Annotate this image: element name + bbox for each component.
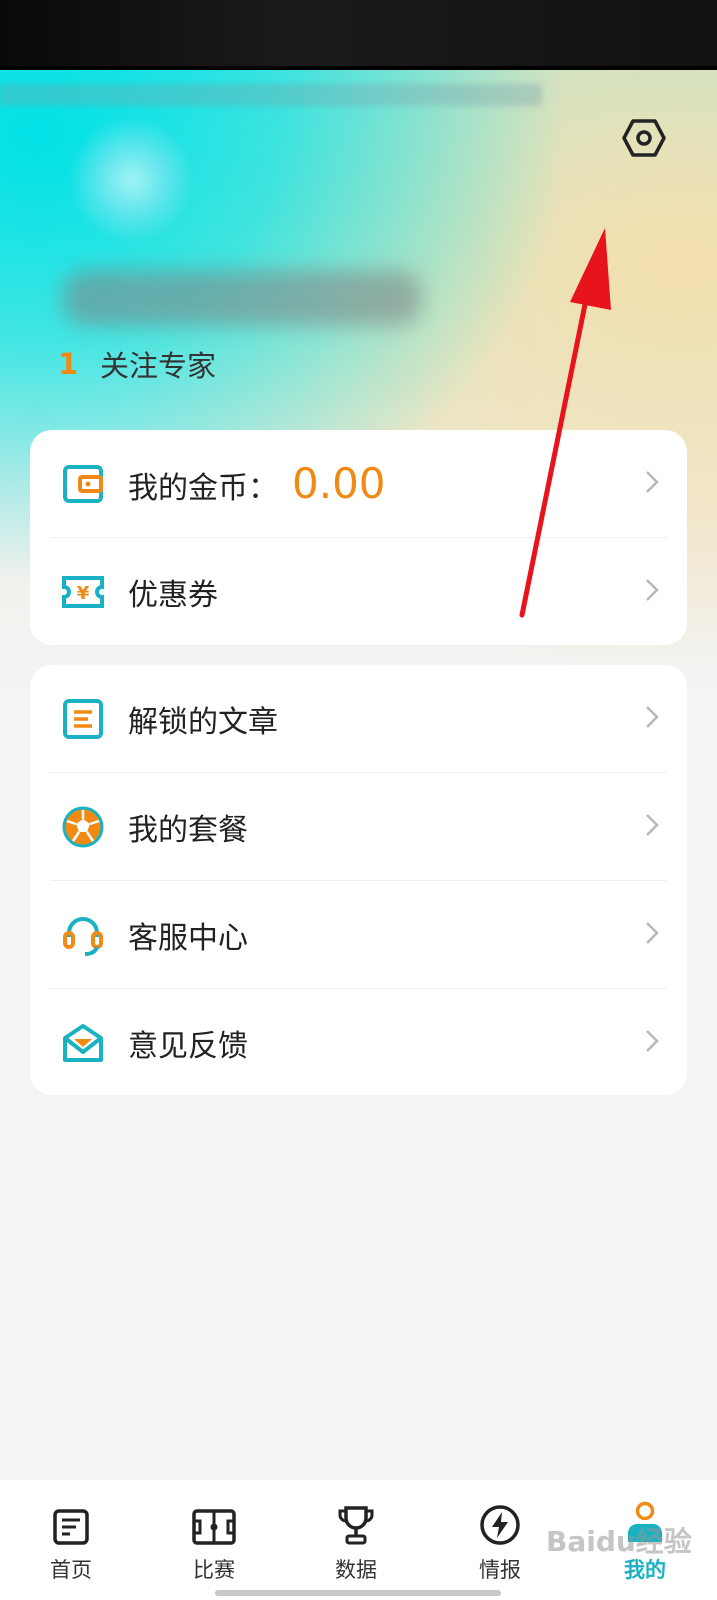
menu-item-feedback[interactable]: 意见反馈 bbox=[30, 989, 687, 1096]
status-bar bbox=[0, 0, 717, 68]
follow-count: 1 bbox=[58, 347, 79, 381]
chevron-right-icon bbox=[646, 922, 659, 944]
menu-item-customer-service[interactable]: 客服中心 bbox=[30, 881, 687, 988]
news-icon bbox=[53, 1509, 89, 1545]
settings-hexagon-icon bbox=[622, 119, 666, 157]
menu-item-my-packages[interactable]: 我的套餐 bbox=[30, 773, 687, 880]
tab-intel[interactable]: 情报 bbox=[450, 1500, 550, 1582]
username-blurred bbox=[62, 270, 422, 326]
chevron-right-icon bbox=[646, 814, 659, 836]
coins-value: 0.00 bbox=[292, 459, 386, 508]
menu-item-label: 解锁的文章 bbox=[128, 704, 278, 740]
wallet-card: 我的金币： 0.00 ¥ 优惠券 bbox=[30, 430, 687, 645]
tab-label: 比赛 bbox=[193, 1558, 235, 1582]
tab-label: 首页 bbox=[50, 1558, 92, 1582]
menu-item-label: 客服中心 bbox=[128, 920, 248, 956]
home-indicator[interactable] bbox=[215, 1590, 501, 1596]
follow-experts[interactable]: 1 关注专家 bbox=[58, 344, 216, 384]
coupon-row[interactable]: ¥ 优惠券 bbox=[30, 538, 687, 645]
settings-button[interactable] bbox=[618, 114, 670, 162]
follow-label: 关注专家 bbox=[100, 349, 217, 383]
tab-home[interactable]: 首页 bbox=[21, 1500, 121, 1582]
tab-matches[interactable]: 比赛 bbox=[164, 1500, 264, 1582]
chevron-right-icon bbox=[646, 471, 659, 493]
tab-label: 数据 bbox=[335, 1558, 377, 1582]
chevron-right-icon bbox=[646, 706, 659, 728]
trophy-icon bbox=[338, 1506, 374, 1545]
menu-item-label: 我的套餐 bbox=[128, 812, 248, 848]
coins-label: 我的金币： 0.00 bbox=[128, 459, 386, 508]
tab-label: 情报 bbox=[479, 1558, 521, 1582]
headset-icon bbox=[60, 912, 106, 958]
menu-card: 解锁的文章 我的套餐 客服中心 意见反馈 bbox=[30, 665, 687, 1095]
wallet-icon bbox=[60, 461, 106, 507]
soccer-ball-icon bbox=[60, 804, 106, 850]
tab-data[interactable]: 数据 bbox=[306, 1500, 406, 1582]
watermark-text: Baidu经验 bbox=[546, 1525, 692, 1558]
menu-item-label: 意见反馈 bbox=[128, 1028, 248, 1064]
lightning-icon bbox=[480, 1505, 520, 1545]
blurred-banner bbox=[0, 84, 542, 106]
article-icon bbox=[60, 696, 106, 742]
avatar[interactable] bbox=[72, 120, 192, 240]
coins-row[interactable]: 我的金币： 0.00 bbox=[30, 430, 687, 537]
menu-item-unlocked-articles[interactable]: 解锁的文章 bbox=[30, 665, 687, 772]
coupon-icon: ¥ bbox=[60, 569, 106, 615]
pitch-icon bbox=[192, 1509, 236, 1545]
chevron-right-icon bbox=[646, 579, 659, 601]
svg-text:¥: ¥ bbox=[77, 583, 90, 604]
coupon-label: 优惠券 bbox=[128, 577, 218, 613]
chevron-right-icon bbox=[646, 1030, 659, 1052]
mail-icon bbox=[60, 1020, 106, 1066]
